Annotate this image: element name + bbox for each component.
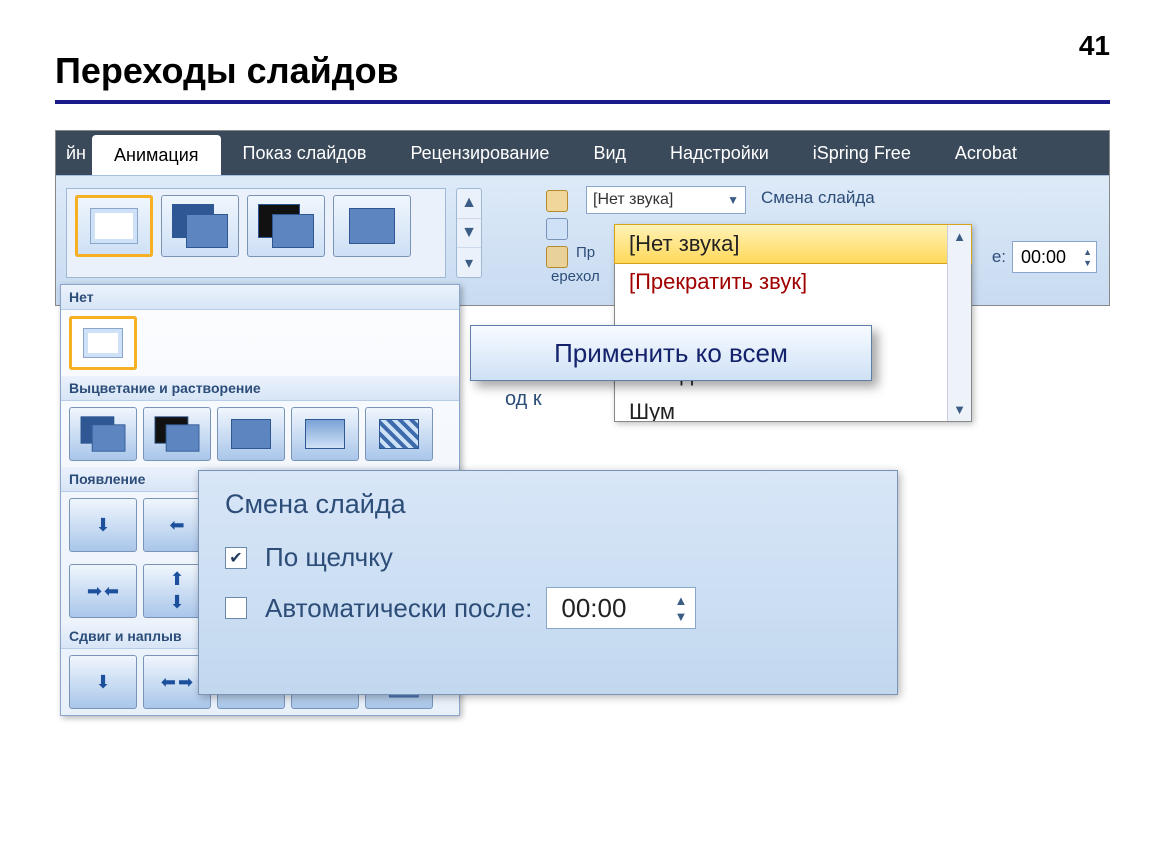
advance-slide-panel: Смена слайда ✔ По щелчку Автоматически п… xyxy=(198,470,898,695)
partial-behind-text-1: Пр xyxy=(576,244,595,261)
title-underline xyxy=(55,100,1110,104)
page-title: Переходы слайдов xyxy=(55,50,399,92)
transition-speed-icon xyxy=(546,218,568,240)
gallery-item-fade-4[interactable] xyxy=(291,407,359,461)
transition-gallery-main xyxy=(66,188,446,278)
auto-after-checkbox[interactable] xyxy=(225,597,247,619)
on-click-checkbox[interactable]: ✔ xyxy=(225,547,247,569)
gallery-item-wipe-down[interactable]: ⬇ xyxy=(69,498,137,552)
gallery-item-split-h-in[interactable]: ➡⬅ xyxy=(69,564,137,618)
transition-sound-value: [Нет звука] xyxy=(593,191,673,209)
tab-slideshow[interactable]: Показ слайдов xyxy=(221,131,389,175)
on-click-label: По щелчку xyxy=(265,542,393,573)
transition-thumb-4[interactable] xyxy=(333,195,411,257)
tab-ispring[interactable]: iSpring Free xyxy=(791,131,933,175)
transition-sound-combo[interactable]: [Нет звука] ▼ xyxy=(586,186,746,214)
transition-sound-icon xyxy=(546,190,568,212)
sound-option-noise[interactable]: Шум xyxy=(615,393,971,421)
gallery-scroll-up-icon[interactable]: ▲ xyxy=(457,189,481,219)
sound-option-none[interactable]: [Нет звука] xyxy=(614,224,972,264)
apply-all-behind-icon xyxy=(546,246,568,268)
dropdown-scrollbar[interactable]: ▲ ▼ xyxy=(947,225,971,421)
callout-label: Применить ко всем xyxy=(554,338,788,369)
sound-option-stop[interactable]: [Прекратить звук] xyxy=(615,263,971,301)
advance-section-label: Смена слайда xyxy=(761,188,875,208)
partial-behind-text-2: ерехол xyxy=(551,268,600,285)
tab-animation[interactable]: Анимация xyxy=(92,135,221,175)
page-number: 41 xyxy=(1079,30,1110,62)
tab-previous-partial: йн xyxy=(66,131,92,175)
scroll-up-icon[interactable]: ▲ xyxy=(953,229,966,244)
auto-after-time-input[interactable]: 00:00 ▲▼ xyxy=(546,587,696,629)
tab-addins[interactable]: Надстройки xyxy=(648,131,791,175)
tab-view[interactable]: Вид xyxy=(571,131,648,175)
ribbon-auto-time-spinner[interactable]: ▲▼ xyxy=(1083,247,1092,268)
gallery-item-fade-5[interactable] xyxy=(365,407,433,461)
transition-gallery-scroll: ▲ ▼ ▾ xyxy=(456,188,482,278)
ribbon-auto-time-suffix: е: xyxy=(992,247,1006,267)
ribbon-tab-strip: йн Анимация Показ слайдов Рецензирование… xyxy=(56,131,1109,175)
transition-thumb-3[interactable] xyxy=(247,195,325,257)
tab-acrobat[interactable]: Acrobat xyxy=(933,131,1039,175)
gallery-item-fade-2[interactable] xyxy=(143,407,211,461)
ribbon-auto-time: е: 00:00 ▲▼ xyxy=(992,241,1097,273)
sound-mini-icons xyxy=(546,184,574,268)
gallery-expand-icon[interactable]: ▾ xyxy=(457,248,481,277)
gallery-item-fade-3[interactable] xyxy=(217,407,285,461)
transition-thumb-2[interactable] xyxy=(161,195,239,257)
scroll-down-icon[interactable]: ▼ xyxy=(953,402,966,417)
gallery-item-push-down[interactable]: ⬇ xyxy=(69,655,137,709)
auto-after-time-value: 00:00 xyxy=(561,593,626,624)
auto-after-label: Автоматически после: xyxy=(265,593,532,624)
ribbon-auto-time-input[interactable]: 00:00 ▲▼ xyxy=(1012,241,1097,273)
transition-sound-dropdown: [Нет звука] [Прекратить звук] Аплодисмен… xyxy=(614,224,972,422)
advance-panel-title: Смена слайда xyxy=(225,489,871,520)
gallery-group-fade: Выцветание и растворение xyxy=(61,376,459,401)
chevron-down-icon: ▼ xyxy=(727,193,739,207)
transition-thumb-none[interactable] xyxy=(75,195,153,257)
callout-apply-to-all: Применить ко всем xyxy=(470,325,872,381)
gallery-item-fade-1[interactable] xyxy=(69,407,137,461)
gallery-group-none: Нет xyxy=(61,285,459,310)
tab-review[interactable]: Рецензирование xyxy=(388,131,571,175)
gallery-scroll-down-icon[interactable]: ▼ xyxy=(457,219,481,249)
auto-after-spinner[interactable]: ▲▼ xyxy=(675,593,688,624)
partial-behind-text-3: од к xyxy=(505,388,542,411)
gallery-item-none[interactable] xyxy=(69,316,137,370)
ribbon-auto-time-value: 00:00 xyxy=(1021,247,1066,268)
